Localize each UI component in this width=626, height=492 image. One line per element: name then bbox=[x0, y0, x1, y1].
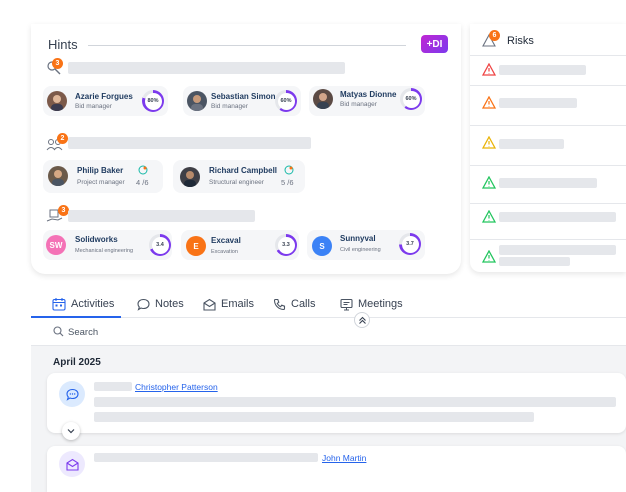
company-rating: 3.3 bbox=[277, 236, 295, 254]
company-avatar: S bbox=[312, 236, 332, 256]
skill-score: 5 /6 bbox=[281, 178, 294, 187]
group-count-badge: 2 bbox=[57, 133, 68, 144]
skill-match-icon bbox=[138, 165, 148, 175]
person-role: Bid manager bbox=[340, 101, 377, 108]
hint-text-placeholder bbox=[68, 62, 345, 74]
hints-divider bbox=[88, 45, 406, 46]
company-rating: 3.7 bbox=[401, 235, 419, 253]
match-score: 60% bbox=[277, 92, 295, 110]
avatar bbox=[313, 89, 333, 109]
activity-title-placeholder bbox=[94, 453, 318, 462]
match-score: 80% bbox=[144, 92, 162, 110]
high-risk-icon bbox=[482, 63, 496, 76]
person-role: Project manager bbox=[77, 179, 125, 186]
avatar bbox=[187, 91, 207, 111]
avatar bbox=[47, 91, 67, 111]
risk-text-placeholder bbox=[499, 257, 570, 266]
tab-meetings[interactable]: Meetings bbox=[340, 296, 403, 312]
person-name[interactable]: Philip Baker bbox=[77, 166, 123, 175]
match-score-ring: 60% bbox=[400, 88, 422, 110]
activity-title-placeholder bbox=[94, 382, 132, 391]
low-risk-icon bbox=[482, 176, 496, 189]
match-score-ring: 80% bbox=[142, 90, 164, 112]
hint-text-placeholder bbox=[68, 210, 255, 222]
contact-link[interactable]: John Martin bbox=[322, 453, 366, 463]
skill-match-icon bbox=[284, 165, 294, 175]
person-name[interactable]: Azarie Forgues bbox=[75, 92, 133, 101]
hint-text-placeholder bbox=[68, 137, 311, 149]
tab-emails[interactable]: Emails bbox=[203, 296, 254, 312]
tab-label: Notes bbox=[155, 298, 184, 310]
skill-score: 4 /6 bbox=[136, 178, 149, 187]
risk-text-placeholder bbox=[499, 65, 586, 75]
person-role: Bid manager bbox=[211, 103, 248, 110]
risk-text-placeholder bbox=[499, 139, 564, 149]
ai-assistant-button[interactable]: +DI bbox=[421, 35, 448, 53]
tab-label: Calls bbox=[291, 298, 316, 310]
company-discipline: Mechanical engineering bbox=[75, 248, 134, 254]
tab-label: Activities bbox=[71, 298, 115, 310]
meeting-icon bbox=[340, 298, 353, 310]
company-avatar: SW bbox=[46, 235, 66, 255]
company-name[interactable]: Excaval bbox=[211, 236, 241, 245]
match-score-ring: 60% bbox=[275, 90, 297, 112]
calendar-icon bbox=[52, 298, 66, 311]
person-role: Structural engineer bbox=[209, 179, 264, 186]
risk-text-placeholder bbox=[499, 212, 616, 222]
active-tab-indicator bbox=[31, 316, 121, 318]
rating-ring: 3.3 bbox=[275, 234, 297, 256]
search-input[interactable] bbox=[68, 327, 268, 338]
medium-risk-icon bbox=[482, 136, 496, 149]
risk-text-placeholder bbox=[499, 178, 597, 188]
tab-notes[interactable]: Notes bbox=[137, 296, 184, 312]
phone-icon bbox=[273, 298, 286, 310]
person-name[interactable]: Sebastian Simon bbox=[211, 92, 275, 101]
chat-bubble-icon bbox=[137, 298, 150, 311]
rating-ring: 3.4 bbox=[149, 234, 171, 256]
company-discipline: Civil engineering bbox=[340, 247, 381, 253]
note-icon bbox=[59, 381, 85, 407]
person-role: Bid manager bbox=[75, 103, 112, 110]
hints-title: Hints bbox=[48, 37, 78, 52]
group-count-badge: 3 bbox=[52, 58, 63, 69]
company-name[interactable]: Sunnyval bbox=[340, 234, 376, 243]
match-score: 60% bbox=[402, 90, 420, 108]
person-name[interactable]: Richard Campbell bbox=[209, 166, 277, 175]
search-icon bbox=[53, 326, 64, 337]
activity-body-placeholder bbox=[94, 397, 616, 407]
rating-ring: 3.7 bbox=[399, 233, 421, 255]
avatar bbox=[180, 167, 200, 187]
chevron-down-icon bbox=[67, 429, 75, 434]
low-risk-icon bbox=[482, 210, 496, 223]
page: Hints +DI 3 Azarie Forgues Bid manager 8… bbox=[0, 0, 626, 492]
risks-title: Risks bbox=[507, 35, 534, 47]
risk-count-badge: 6 bbox=[489, 30, 500, 41]
activity-tabs bbox=[31, 290, 626, 318]
avatar bbox=[48, 166, 68, 186]
company-discipline: Excavation bbox=[211, 249, 238, 255]
month-heading: April 2025 bbox=[53, 357, 101, 368]
low-risk-icon bbox=[482, 250, 496, 263]
tab-label: Meetings bbox=[358, 298, 403, 310]
tab-label: Emails bbox=[221, 298, 255, 310]
contact-link[interactable]: Christopher Patterson bbox=[135, 382, 218, 392]
envelope-icon bbox=[203, 298, 216, 311]
expand-button[interactable] bbox=[62, 422, 80, 440]
risk-text-placeholder bbox=[499, 245, 616, 255]
risk-text-placeholder bbox=[499, 98, 577, 108]
tab-activities[interactable]: Activities bbox=[52, 296, 114, 312]
high-risk-icon bbox=[482, 96, 496, 109]
company-rating: 3.4 bbox=[151, 236, 169, 254]
tab-calls[interactable]: Calls bbox=[273, 296, 315, 312]
company-name[interactable]: Solidworks bbox=[75, 235, 118, 244]
company-avatar: E bbox=[186, 236, 206, 256]
activity-body-placeholder bbox=[94, 412, 534, 422]
person-name[interactable]: Matyas Dionne bbox=[340, 90, 396, 99]
email-icon bbox=[59, 451, 85, 477]
